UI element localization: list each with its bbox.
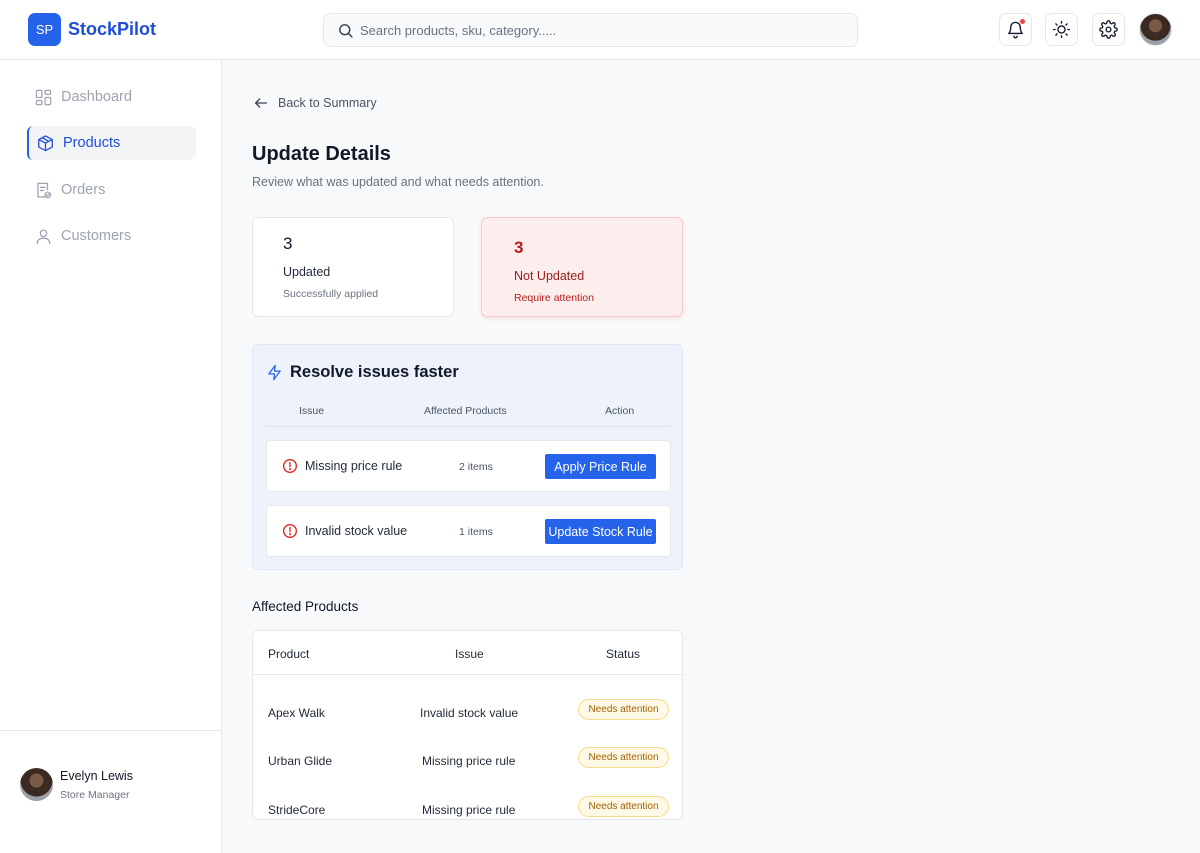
issue-row: Invalid stock value 1 items Update Stock… [266,505,671,557]
header-divider [266,426,670,427]
table-row[interactable]: StrideCore Missing price rule Needs atte… [253,791,682,831]
sidebar-item-label: Orders [61,182,106,198]
orders-icon [37,182,52,198]
status-badge: Needs attention [578,796,669,817]
issue-name: Missing price rule [305,459,403,473]
table-row[interactable]: Urban Glide Missing price rule Needs att… [253,742,682,782]
lightning-icon [268,364,281,381]
table-header-divider [253,674,682,675]
sidebar: Dashboard Products Orders Customers Evel… [0,60,222,853]
not-updated-label: Not Updated [514,269,585,283]
sun-icon [1052,20,1071,39]
search-icon [339,23,353,38]
updated-label: Updated [283,265,331,279]
not-updated-note: Require attention [514,292,594,304]
table-row[interactable]: Apex Walk Invalid stock value Needs atte… [253,694,682,734]
back-to-summary-link[interactable]: Back to Summary [253,95,377,111]
update-stock-rule-button[interactable]: Update Stock Rule [545,519,656,544]
resolve-title-text: Resolve issues faster [290,363,459,381]
alert-circle-icon [283,459,297,473]
sidebar-item-dashboard[interactable]: Dashboard [27,80,196,114]
box-icon [38,134,53,151]
page-title: Update Details [252,143,391,165]
product-issue: Missing price rule [422,754,516,768]
notifications-button[interactable] [999,13,1032,46]
updated-stat-card: 3 Updated Successfully applied [252,217,454,317]
not-updated-count: 3 [514,238,524,257]
status-badge: Needs attention [578,699,669,720]
status-badge: Needs attention [578,747,669,768]
profile-avatar[interactable] [1139,13,1172,46]
user-icon [36,229,51,244]
column-header-affected-products: Affected Products [424,405,507,417]
page-subtitle: Review what was updated and what needs a… [252,175,544,189]
product-name: StrideCore [268,803,326,817]
sidebar-item-orders[interactable]: Orders [27,173,196,207]
product-name: Apex Walk [268,706,325,720]
sidebar-item-customers[interactable]: Customers [27,219,196,253]
product-issue: Invalid stock value [420,706,519,720]
user-name: Evelyn Lewis [60,769,133,783]
resolve-issues-panel: Resolve issues faster Issue Affected Pro… [252,344,683,570]
affected-products-title: Affected Products [252,599,359,614]
top-bar: SP StockPilot [0,0,1200,60]
gear-icon [1099,20,1118,39]
issue-row: Missing price rule 2 items Apply Price R… [266,440,671,492]
updated-note: Successfully applied [283,288,379,300]
column-header-status: Status [606,647,641,661]
search-input[interactable] [360,22,840,38]
arrow-left-icon [255,98,267,108]
updated-count: 3 [283,234,293,253]
not-updated-stat-card: 3 Not Updated Require attention [481,217,683,317]
sidebar-item-products[interactable]: Products [27,126,196,160]
column-header-issue: Issue [455,647,484,661]
column-header-issue: Issue [299,405,325,417]
sidebar-item-label: Dashboard [61,89,132,105]
user-avatar[interactable] [20,768,53,801]
sidebar-item-label: Products [63,135,121,151]
dashboard-icon [35,89,52,105]
column-header-action: Action [605,405,635,417]
theme-toggle-button[interactable] [1045,13,1078,46]
logo-badge[interactable]: SP [28,13,61,46]
affected-products-table: Product Issue Status Apex Walk Invalid s… [252,630,683,820]
product-name: Urban Glide [268,754,333,768]
resolve-title: Resolve issues faster [266,363,459,382]
issue-count: 2 items [459,461,493,473]
apply-price-rule-button[interactable]: Apply Price Rule [545,454,656,479]
back-label: Back to Summary [278,96,377,110]
product-issue: Missing price rule [422,803,516,817]
column-header-product: Product [268,647,310,661]
issue-name: Invalid stock value [305,524,408,538]
sidebar-divider [0,730,221,731]
search-bar[interactable] [323,13,858,47]
settings-button[interactable] [1092,13,1125,46]
sidebar-item-label: Customers [61,228,132,244]
issue-count: 1 items [459,526,493,538]
notification-dot [1020,19,1025,24]
brand-name[interactable]: StockPilot [68,19,156,40]
alert-circle-icon [283,524,297,538]
user-role: Store Manager [60,789,130,801]
